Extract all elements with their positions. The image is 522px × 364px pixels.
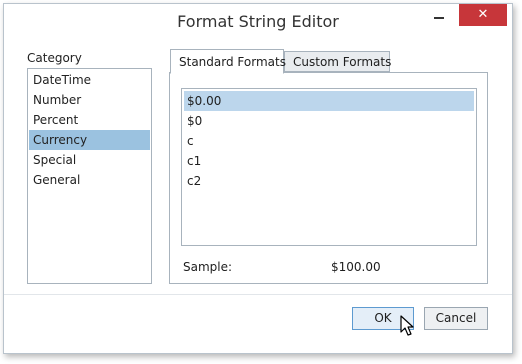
category-item-special[interactable]: Special [29,150,150,170]
mouse-pointer-icon [400,315,414,336]
category-list[interactable]: DateTime Number Percent Currency Special… [27,68,152,284]
format-list[interactable]: $0.00 $0 c c1 c2 [181,88,477,246]
format-item-currency-0dp[interactable]: $0 [184,111,474,131]
close-button[interactable]: ✕ [459,4,507,26]
close-icon: ✕ [477,7,489,22]
minimize-button[interactable] [432,12,448,24]
footer-divider [4,294,512,295]
format-string-editor-dialog: Format String Editor ✕ Category DateTime… [3,3,513,354]
cancel-button[interactable]: Cancel [424,307,488,330]
category-item-currency[interactable]: Currency [29,130,150,150]
category-item-number[interactable]: Number [29,90,150,110]
category-label: Category [27,51,82,65]
sample-label: Sample: [183,260,233,274]
tab-custom-formats[interactable]: Custom Formats [284,51,391,72]
category-item-datetime[interactable]: DateTime [29,70,150,90]
sample-value: $100.00 [331,260,381,274]
format-item-c[interactable]: c [184,131,474,151]
category-item-percent[interactable]: Percent [29,110,150,130]
standard-formats-panel: $0.00 $0 c c1 c2 Sample: $100.00 [169,72,488,284]
tab-standard-formats[interactable]: Standard Formats [170,49,286,74]
format-item-currency-2dp[interactable]: $0.00 [184,91,474,111]
minimize-icon [434,17,444,19]
format-item-c2[interactable]: c2 [184,171,474,191]
category-item-general[interactable]: General [29,170,150,190]
format-item-c1[interactable]: c1 [184,151,474,171]
